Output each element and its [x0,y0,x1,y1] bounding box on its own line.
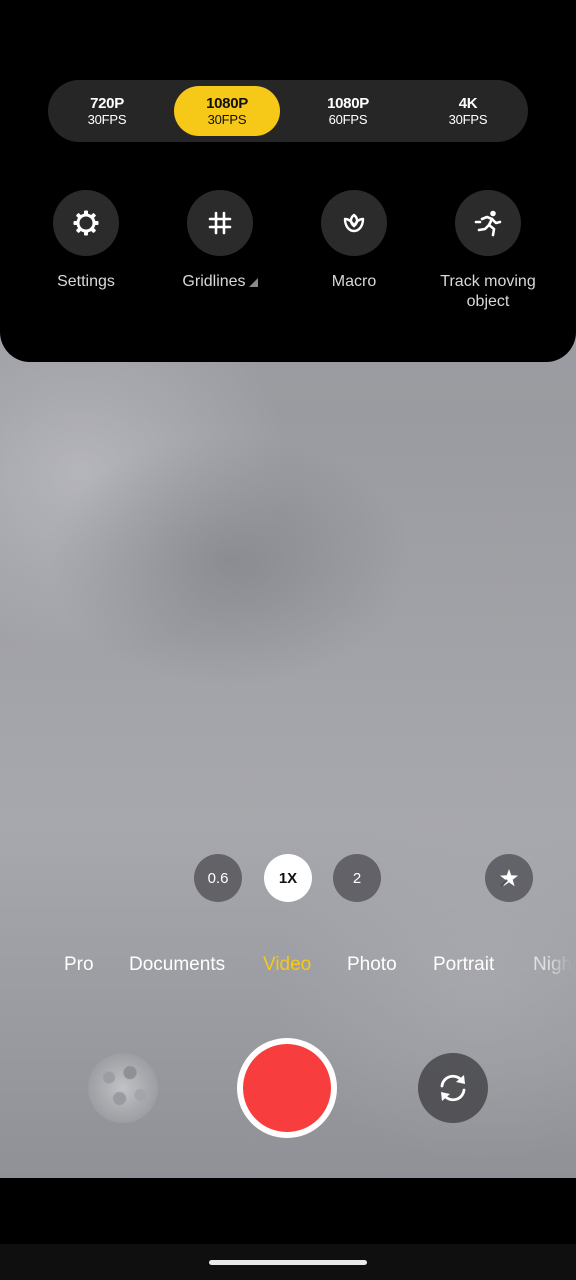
gridlines-icon-circle [187,190,253,256]
resolution-option-720p-30fps[interactable]: 720P 30FPS [54,86,160,136]
track-moving-object-label: Track moving object [440,273,536,310]
macro-icon-circle [321,190,387,256]
settings-label: Settings [57,273,115,290]
record-button[interactable] [237,1038,337,1138]
ai-enhance-button[interactable] [485,854,533,902]
mode-night[interactable]: Nigh [533,954,572,976]
resolution-selector: 720P 30FPS 1080P 30FPS 1080P 60FPS 4K 30… [48,80,528,142]
macro-label: Macro [331,273,377,290]
gridlines-button[interactable]: Gridlines [150,190,290,292]
macro-button[interactable]: Macro [284,190,424,292]
running-person-icon [474,210,502,237]
home-indicator[interactable] [209,1260,367,1265]
resolution-option-1080p-60fps[interactable]: 1080P 60FPS [295,86,401,136]
resolution-main-label: 4K [458,94,478,112]
gridlines-label: Gridlines [182,273,246,290]
resolution-main-label: 1080P [327,94,369,112]
gear-icon [73,210,99,236]
zoom-2-button[interactable]: 2 [333,854,381,902]
switch-camera-button[interactable] [418,1053,488,1123]
resolution-main-label: 1080P [206,94,248,112]
resolution-main-label: 720P [90,94,124,112]
magic-star-icon [500,869,518,887]
resolution-option-4k-30fps[interactable]: 4K 30FPS [415,86,521,136]
settings-icon-circle [53,190,119,256]
resolution-fps-label: 30FPS [87,111,127,127]
zoom-1x-button[interactable]: 1X [264,854,312,902]
resolution-fps-label: 60FPS [328,111,368,127]
resolution-fps-label: 30FPS [207,111,247,127]
resolution-fps-label: 30FPS [448,111,488,127]
mode-video[interactable]: Video [263,954,311,976]
record-button-inner [243,1044,331,1132]
camera-screen: 720P 30FPS 1080P 30FPS 1080P 60FPS 4K 30… [0,0,576,1280]
grid-hash-icon [208,211,232,235]
track-icon-circle [455,190,521,256]
mode-pro[interactable]: Pro [64,954,94,976]
mode-photo[interactable]: Photo [347,954,397,976]
resolution-option-1080p-30fps[interactable]: 1080P 30FPS [174,86,280,136]
mode-documents[interactable]: Documents [129,954,225,976]
mode-portrait[interactable]: Portrait [433,954,494,976]
track-moving-object-button[interactable]: Track moving object [418,190,558,312]
gallery-thumbnail[interactable] [88,1053,158,1123]
quick-settings-panel: 720P 30FPS 1080P 30FPS 1080P 60FPS 4K 30… [0,0,576,362]
flower-macro-icon [343,213,365,233]
zoom-0.6-button[interactable]: 0.6 [194,854,242,902]
camera-switch-icon [440,1074,466,1102]
dropdown-corner-icon [248,278,258,287]
gridlines-label-row: Gridlines [182,272,258,292]
settings-button[interactable]: Settings [16,190,156,292]
